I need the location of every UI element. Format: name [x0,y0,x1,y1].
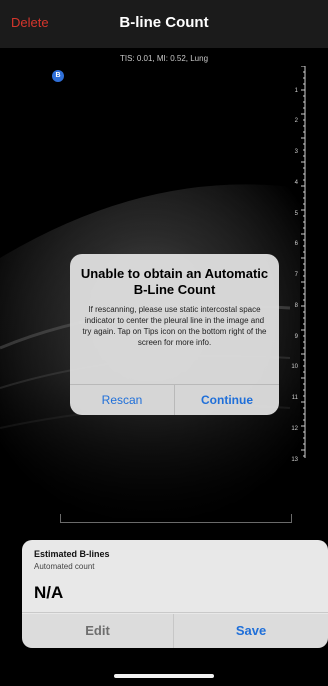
home-indicator[interactable] [114,674,214,678]
depth-label-2: 2 [294,118,298,124]
edit-button[interactable]: Edit [22,614,173,648]
alert-dialog: Unable to obtain an Automatic B-Line Cou… [70,254,279,415]
depth-label-6: 6 [294,241,298,247]
page-title: B-line Count [119,14,209,31]
scan-region-bracket [60,514,292,523]
card-divider [22,612,328,613]
save-button[interactable]: Save [174,614,328,648]
depth-label-12: 12 [291,426,298,432]
depth-label-1: 1 [294,88,298,94]
depth-label-13: 13 [291,457,298,463]
probe-orientation-marker: B [52,70,64,82]
dialog-message: If rescanning, please use static interco… [82,305,267,347]
navigation-bar: Delete B-line Count [0,0,328,48]
depth-scale-ticks [301,66,306,458]
scan-info-text: TIS: 0.01, MI: 0.52, Lung [119,54,209,63]
result-value: N/A [34,583,64,602]
depth-label-3: 3 [294,149,298,155]
depth-label-11: 11 [291,395,298,401]
result-subtitle: Automated count [34,562,95,571]
depth-label-5: 5 [294,211,298,217]
rescan-button[interactable]: Rescan [70,385,174,415]
dialog-title: Unable to obtain an Automatic B-Line Cou… [80,266,269,297]
depth-label-7: 7 [294,272,298,278]
depth-label-10: 10 [291,364,298,370]
depth-label-9: 9 [294,334,298,340]
depth-label-4: 4 [294,180,298,186]
continue-button[interactable]: Continue [175,385,279,415]
result-title: Estimated B-lines [34,549,110,559]
depth-label-8: 8 [294,303,298,309]
depth-scale: 1 2 3 4 5 6 7 8 9 10 11 12 13 [284,66,312,466]
